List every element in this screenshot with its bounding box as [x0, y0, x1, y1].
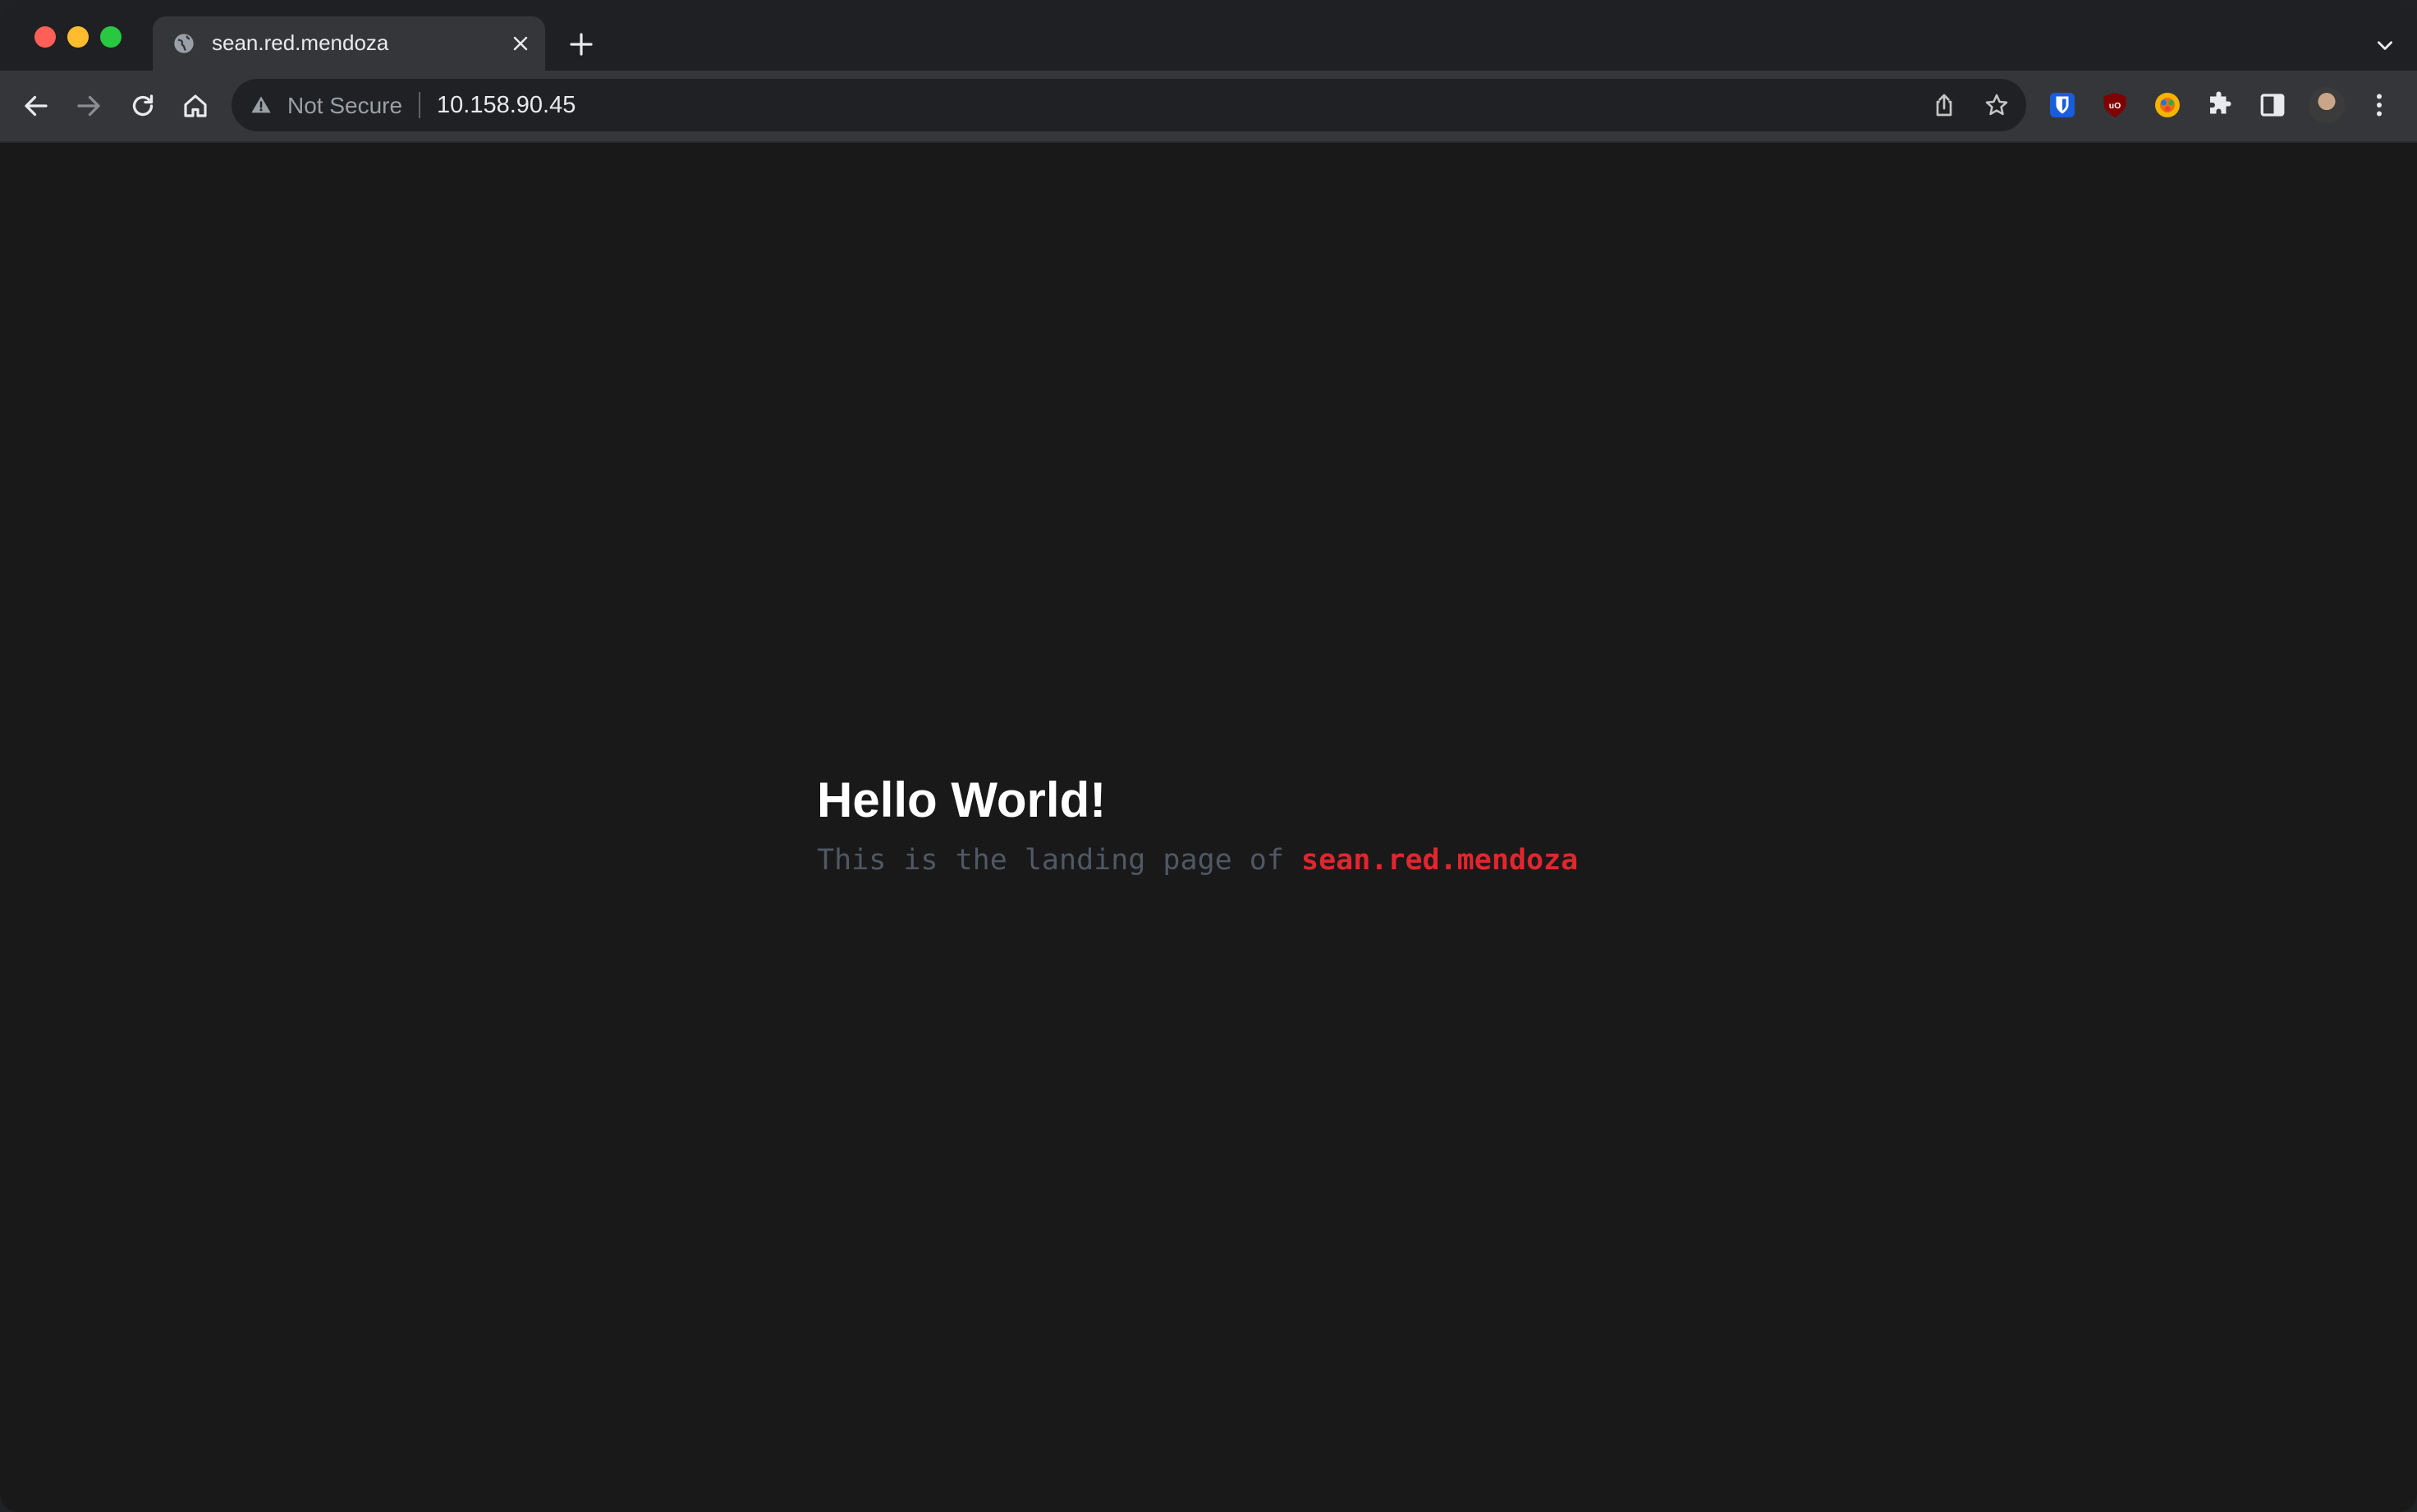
- window-minimize-button[interactable]: [67, 26, 89, 48]
- intro-text: This is the landing page of: [817, 844, 1284, 877]
- avatar[interactable]: [2309, 87, 2345, 123]
- colorful-extension-icon[interactable]: [2153, 90, 2182, 120]
- home-icon[interactable]: [181, 91, 210, 121]
- forward-arrow-icon[interactable]: [74, 91, 103, 121]
- svg-text:uO: uO: [2109, 101, 2121, 111]
- browser-window: sean.red.mendoza Not Secure 10.158.90.45…: [0, 0, 2417, 1512]
- url-text[interactable]: 10.158.90.45: [437, 92, 576, 119]
- address-divider: [419, 92, 420, 118]
- chevron-down-icon[interactable]: [2374, 34, 2396, 56]
- kebab-menu-icon[interactable]: [2364, 90, 2394, 120]
- globe-icon: [174, 34, 194, 53]
- landing-subtitle: This is the landing page of sean.red.men…: [817, 844, 1578, 877]
- browser-toolbar: Not Secure 10.158.90.45 uO: [0, 71, 2417, 143]
- tab-active[interactable]: sean.red.mendoza: [153, 16, 545, 71]
- page-content: Hello World! This is the landing page of…: [0, 143, 2417, 1512]
- side-panel-icon[interactable]: [2258, 90, 2287, 120]
- back-arrow-icon[interactable]: [21, 91, 51, 121]
- warning-triangle-icon[interactable]: [250, 94, 273, 117]
- tab-title: sean.red.mendoza: [212, 30, 389, 55]
- puzzle-icon[interactable]: [2205, 90, 2235, 120]
- page-title: Hello World!: [817, 772, 1107, 827]
- ublock-origin-icon[interactable]: uO: [2100, 90, 2130, 120]
- close-icon[interactable]: [511, 34, 530, 53]
- star-bookmark-icon[interactable]: [1984, 92, 2010, 118]
- reload-icon[interactable]: [128, 91, 158, 121]
- window-maximize-button[interactable]: [100, 26, 122, 48]
- site-name: sean.red.mendoza: [1301, 844, 1579, 877]
- security-status-label[interactable]: Not Secure: [287, 93, 402, 119]
- address-bar[interactable]: Not Secure 10.158.90.45: [232, 79, 2026, 131]
- share-icon[interactable]: [1931, 92, 1957, 118]
- tab-strip: sean.red.mendoza: [0, 0, 2417, 71]
- new-tab-plus-icon[interactable]: [568, 31, 594, 57]
- bitwarden-icon[interactable]: [2048, 90, 2077, 120]
- window-close-button[interactable]: [34, 26, 56, 48]
